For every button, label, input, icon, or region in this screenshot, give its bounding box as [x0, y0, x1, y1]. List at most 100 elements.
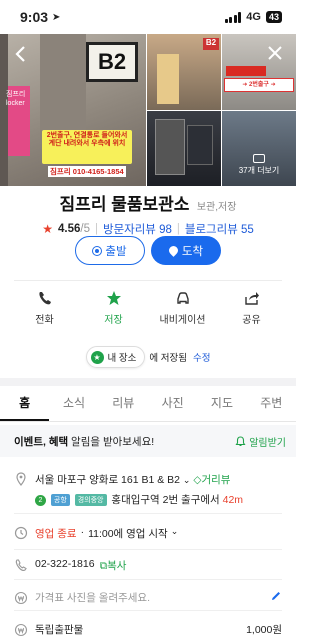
locker-text: 짐프리 locker — [6, 91, 26, 107]
star-circle-icon: ★ — [90, 350, 104, 364]
divider — [14, 549, 282, 550]
price-row[interactable]: 가격표 사진을 올려주세요. — [0, 590, 296, 605]
status-indicators: 4G 43 — [224, 11, 282, 23]
won-icon — [14, 623, 28, 636]
star-filled-icon — [106, 291, 121, 305]
section-gap — [0, 378, 296, 386]
call-button[interactable]: 전화 — [17, 290, 73, 326]
place-name: 짐프리 물품보관소 — [59, 195, 190, 214]
notice-bold: 이벤트, 혜택 — [14, 435, 69, 448]
address-line: 서울 마포구 양화로 161 B1 & B2 ⌄ ◇거리뷰 — [35, 472, 243, 487]
wall-edge — [0, 34, 8, 186]
place-category: 보관,저장 — [196, 202, 237, 213]
copy-button[interactable]: ⧉복사 — [100, 558, 127, 573]
share-button[interactable]: 공유 — [224, 290, 280, 326]
red-arrow — [226, 66, 266, 76]
clock: 9:03 — [20, 9, 49, 25]
more-photos[interactable]: 37개 더보기 — [222, 154, 296, 176]
place-header: 짐프리 물품보관소 보관,저장 ★ 4.56/5 | 방문자리뷰 98 | 블로… — [0, 190, 296, 237]
street-view-link[interactable]: ◇거리뷰 — [193, 474, 230, 486]
tab-home[interactable]: 홈 — [0, 386, 50, 421]
copy-icon: ⧉ — [99, 560, 108, 572]
status-bar: 9:03 ➤ 4G 43 — [0, 0, 296, 34]
price-placeholder: 가격표 사진을 올려주세요. — [35, 592, 151, 604]
pin-icon — [167, 244, 180, 257]
photo-thumb[interactable]: B2 — [147, 34, 221, 110]
back-button[interactable] — [10, 44, 32, 66]
tab-map[interactable]: 지도 — [197, 386, 246, 421]
location-arrow-icon: ➤ — [52, 11, 61, 23]
start-dot-icon — [93, 246, 102, 255]
notice-text: 이벤트, 혜택 알림을 받아보세요! — [14, 434, 154, 449]
more-photos-label: 37개 더보기 — [238, 166, 280, 175]
elevator-door — [40, 34, 86, 144]
close-button[interactable] — [264, 44, 286, 66]
start-label: 출발 — [105, 245, 127, 258]
address-row: 서울 마포구 양화로 161 B1 & B2 ⌄ ◇거리뷰 2 공항 경의중앙 … — [0, 472, 296, 507]
review-summary: ★ 4.56/5 | 방문자리뷰 98 | 블로그리뷰 55 — [0, 221, 296, 237]
corridor-wall — [157, 54, 179, 104]
divider — [14, 513, 282, 514]
separator: | — [94, 223, 98, 235]
clock-icon — [14, 526, 28, 540]
share-icon — [244, 292, 259, 305]
blog-reviews-link[interactable]: 블로그리뷰 55 — [185, 221, 254, 237]
gyeongui-line-badge: 경의중앙 — [74, 494, 107, 506]
menu-item-price: 1,000원 — [246, 624, 282, 636]
hours-row[interactable]: 영업 종료 · 11:00에 영업 시작 ⌄ — [0, 526, 296, 541]
chevron-left-icon — [15, 46, 25, 62]
notice-body: 알림을 받아보세요! — [68, 435, 155, 448]
station-directions: 홍대입구역 2번 출구에서 — [111, 494, 220, 506]
navigation-button[interactable]: 내비게이션 — [155, 290, 211, 326]
location-pin-icon — [16, 472, 26, 486]
divider — [14, 280, 282, 281]
address-content: 서울 마포구 양화로 161 B1 & B2 ⌄ ◇거리뷰 2 공항 경의중앙 … — [35, 472, 243, 507]
photo-column-1: B2 — [147, 34, 221, 186]
photo-gallery[interactable]: B2 짐프리 locker 2번출구, 연결통로 들어와서 계단 내려와서 우측… — [0, 34, 296, 186]
chevron-down-icon[interactable]: ⌄ — [183, 475, 191, 485]
phone-row: 02-322-1816 ⧉복사 — [0, 558, 296, 573]
chevron-down-icon: ⌄ — [170, 526, 179, 536]
photo-thumb[interactable] — [147, 110, 221, 186]
start-button[interactable]: 출발 — [75, 236, 145, 265]
star-icon: ★ — [42, 222, 53, 236]
tab-news[interactable]: 소식 — [49, 386, 98, 421]
direction-sign: ➜ 2번출구 ➜ — [224, 78, 294, 92]
photo-phone-label: 짐프리 010-4165-1854 — [48, 166, 126, 177]
photo-more[interactable]: 37개 더보기 — [222, 110, 296, 186]
saved-list-name: 내 장소 — [107, 353, 137, 364]
locker-unit — [155, 118, 185, 175]
status-time: 9:03 ➤ — [20, 9, 60, 25]
save-label: 저장 — [104, 315, 123, 326]
saved-status: ★ 내 장소 에 저장됨 수정 — [0, 346, 296, 368]
hours-next-open: 11:00에 영업 시작 — [88, 528, 168, 540]
phone-number[interactable]: 02-322-1816 — [35, 558, 95, 570]
airport-line-badge: 공항 — [50, 494, 70, 506]
subscribe-label: 알림받기 — [249, 437, 286, 449]
tab-reviews[interactable]: 리뷰 — [99, 386, 148, 421]
price-content: 가격표 사진을 올려주세요. — [14, 590, 150, 605]
navigation-label: 내비게이션 — [159, 315, 206, 326]
pencil-icon[interactable] — [270, 590, 282, 602]
call-label: 전화 — [35, 315, 54, 326]
line-2-badge: 2 — [35, 495, 46, 506]
camera-icon — [253, 154, 265, 163]
photo-caption: 2번출구, 연결통로 들어와서 계단 내려와서 우측에 위치 — [46, 132, 128, 147]
phone-icon — [38, 292, 51, 305]
tab-photos[interactable]: 사진 — [148, 386, 197, 421]
edit-saved-link[interactable]: 수정 — [193, 350, 210, 364]
menu-item: 독립출판물 — [14, 622, 83, 637]
save-button[interactable]: 저장 — [86, 290, 142, 326]
saved-list-chip[interactable]: ★ 내 장소 — [85, 346, 146, 368]
visitor-reviews-link[interactable]: 방문자리뷰 98 — [103, 221, 172, 237]
separator: | — [176, 223, 180, 235]
subscribe-button[interactable]: 알림받기 — [235, 434, 286, 449]
won-icon — [14, 591, 28, 604]
arrive-button[interactable]: 도착 — [151, 236, 221, 265]
divider — [14, 579, 282, 580]
tab-nearby[interactable]: 주변 — [247, 386, 296, 421]
menu-item-name: 독립출판물 — [35, 624, 84, 636]
action-bar: 전화 저장 내비게이션 공유 — [0, 290, 296, 326]
locker-unit — [187, 124, 213, 165]
menu-row: 독립출판물 1,000원 — [0, 622, 296, 637]
